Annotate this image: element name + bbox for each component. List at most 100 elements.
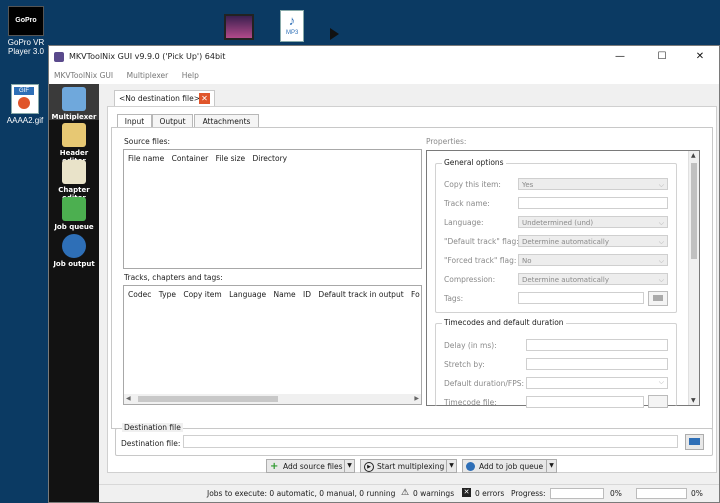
progress-bar-current [550,488,604,499]
desktop-icon-gif[interactable]: GIF AAAA2.gif [2,84,48,125]
chevron-down-icon: ⌵ [658,257,664,265]
progress-label: Progress: [511,489,546,498]
sidebar-item-job-output[interactable]: Job output [49,234,99,268]
tab-output[interactable]: Output [152,114,193,128]
timecode-file-label: Timecode file: [444,398,497,407]
status-bar: Jobs to execute: 0 automatic, 0 manual, … [99,484,719,502]
column-container[interactable]: Container [172,154,209,163]
delay-field[interactable] [526,339,668,351]
scroll-thumb[interactable] [138,396,278,402]
column-codec[interactable]: Codec [128,290,151,299]
horizontal-scrollbar[interactable]: ◀ ▶ [124,394,421,404]
language-value: Undetermined (und) [522,219,594,227]
sidebar-item-header-editor[interactable]: Header editor [49,123,99,165]
errors-count[interactable]: 0 errors [475,489,504,498]
forced-track-flag-value: No [522,257,532,265]
add-to-job-queue-label: Add to job queue [479,462,544,471]
column-id[interactable]: ID [303,290,311,299]
scroll-up-arrow[interactable]: ▲ [691,152,696,159]
column-directory[interactable]: Directory [253,154,288,163]
column-file-name[interactable]: File name [128,154,164,163]
play-icon: ▶ [364,462,374,472]
close-tab-icon[interactable]: ✕ [199,93,210,104]
maximize-button[interactable]: ☐ [647,48,677,66]
add-to-job-queue-button[interactable]: Add to job queue ▼ [462,459,557,473]
sidebar-item-chapter-editor[interactable]: Chapter editor [49,160,99,202]
start-multiplexing-button[interactable]: ▶ Start multiplexing ▼ [360,459,457,473]
job-output-icon [62,234,86,258]
language-select[interactable]: Undetermined (und) ⌵ [518,216,668,228]
menu-bar: MKVToolNix GUI Multiplexer Help [49,68,719,84]
browse-timecode-button[interactable] [648,395,668,408]
language-label: Language: [444,218,484,227]
scroll-down-arrow[interactable]: ▼ [691,397,696,404]
add-source-files-button[interactable]: + Add source files ▼ [266,459,355,473]
track-name-label: Track name: [444,199,490,208]
chevron-down-icon[interactable]: ▼ [546,460,556,472]
compression-value: Determine automatically [522,276,609,284]
menu-help[interactable]: Help [182,68,199,84]
document-tab[interactable]: <No destination file> ✕ [114,90,215,106]
sidebar-item-job-queue[interactable]: Job queue [49,197,99,231]
column-copy-item[interactable]: Copy item [183,290,221,299]
scroll-left-arrow[interactable]: ◀ [126,395,131,402]
warning-icon: ⚠ [401,488,410,498]
browse-destination-button[interactable] [685,434,704,450]
tab-input[interactable]: Input [117,114,152,128]
properties-scrollbar[interactable]: ▲ ▼ [688,151,699,405]
default-duration-select[interactable]: ⌵ [526,377,668,389]
tracks-header: Codec Type Copy item Language Name ID De… [128,290,425,299]
column-file-size[interactable]: File size [216,154,245,163]
desktop-icon-gopro[interactable]: GoPro GoPro VR Player 3.0 [4,6,48,56]
tracks-list[interactable]: Codec Type Copy item Language Name ID De… [123,285,422,405]
mouse-cursor-icon [330,28,339,40]
tab-attachments[interactable]: Attachments [194,114,259,128]
column-forced[interactable]: Fo [411,290,420,299]
document-tab-label: <No destination file> [119,94,200,103]
scroll-thumb[interactable] [691,163,697,259]
chapter-editor-icon [62,160,86,184]
warnings-count[interactable]: 0 warnings [413,489,454,498]
desktop-icon-mp3[interactable]: ♪ MP3 [280,10,304,42]
gopro-icon: GoPro [8,6,44,36]
title-bar[interactable]: MKVToolNix GUI v9.9.0 ('Pick Up') 64bit … [49,46,719,68]
timecodes-title: Timecodes and default duration [442,318,566,327]
source-files-list[interactable]: File name Container File size Directory [123,149,422,269]
scroll-right-arrow[interactable]: ▶ [414,395,419,402]
jobs-status: Jobs to execute: 0 automatic, 0 manual, … [207,489,396,498]
column-type[interactable]: Type [159,290,176,299]
track-name-field[interactable] [518,197,668,209]
chevron-down-icon: ⌵ [658,276,664,284]
tags-field[interactable] [518,292,644,304]
error-icon: ✕ [462,488,471,497]
copy-item-value: Yes [522,181,534,189]
video-file-icon[interactable] [224,14,254,40]
chevron-down-icon: ⌵ [658,181,664,189]
source-files-header: File name Container File size Directory [128,154,292,163]
chevron-down-icon[interactable]: ▼ [344,460,354,472]
chevron-down-icon[interactable]: ▼ [446,460,456,472]
progress-bar-total [636,488,687,499]
column-default-track[interactable]: Default track in output [318,290,403,299]
default-track-flag-select[interactable]: Determine automatically ⌵ [518,235,668,247]
default-track-flag-value: Determine automatically [522,238,609,246]
forced-track-flag-select[interactable]: No ⌵ [518,254,668,266]
stretch-field[interactable] [526,358,668,370]
menu-mkvtoolnix[interactable]: MKVToolNix GUI [54,68,113,84]
menu-multiplexer[interactable]: Multiplexer [127,68,169,84]
multiplexer-icon [62,87,86,111]
queue-icon [466,462,475,471]
sidebar-item-multiplexer[interactable]: Multiplexer [49,87,99,121]
compression-select[interactable]: Determine automatically ⌵ [518,273,668,285]
minimize-button[interactable]: — [605,48,635,66]
close-button[interactable]: ✕ [685,48,715,66]
copy-item-select[interactable]: Yes ⌵ [518,178,668,190]
chevron-down-icon: ⌵ [658,219,664,227]
progress-current-value: 0% [610,489,622,498]
browse-tags-button[interactable] [648,291,668,306]
timecode-file-field[interactable] [526,396,644,408]
column-language[interactable]: Language [229,290,266,299]
column-name[interactable]: Name [274,290,296,299]
delay-label: Delay (in ms): [444,341,497,350]
destination-file-field[interactable] [183,435,678,448]
